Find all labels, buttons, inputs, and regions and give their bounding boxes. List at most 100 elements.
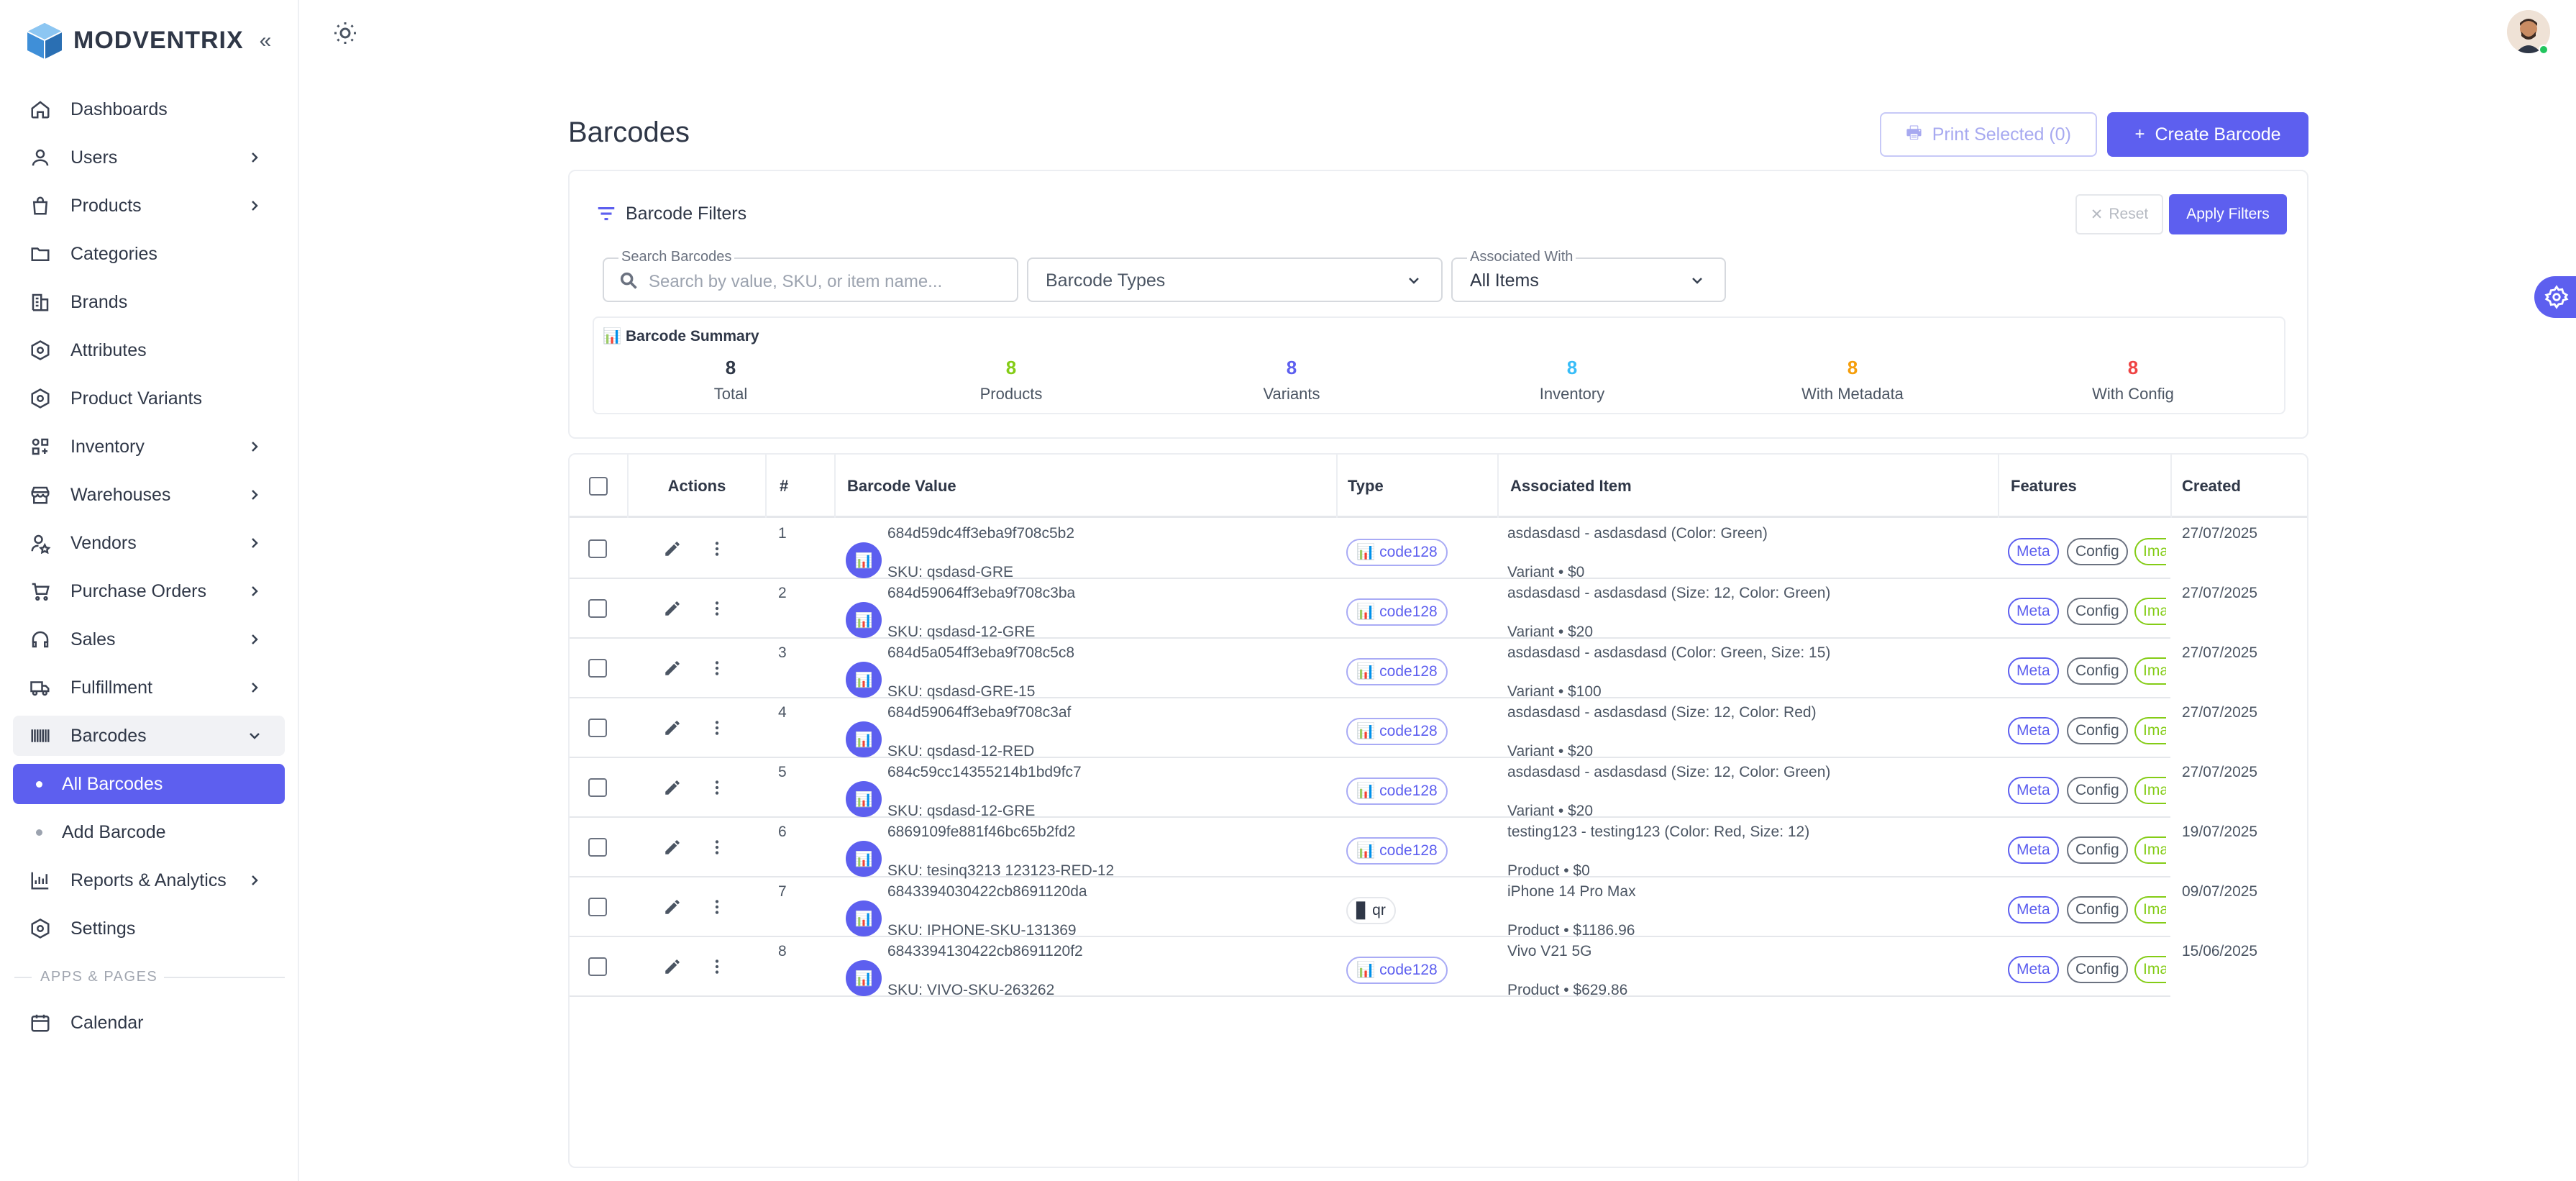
chevron-right-icon [246,534,263,552]
edit-pencil-icon[interactable] [663,898,683,918]
row-checkbox[interactable] [588,898,607,916]
type-label: code128 [1379,663,1438,680]
row-checkbox[interactable] [588,719,607,737]
brand[interactable]: MODVENTRIX [24,20,244,60]
table-row[interactable]: 7 📊 6843394030422cb8691120da SKU: IPHONE-SK… [570,877,2307,939]
barcode-value: 684c59cc14355214b1bd9fc7 [887,764,1082,780]
edit-pencil-icon[interactable] [663,719,683,739]
header-features: Features [1999,455,2172,518]
edit-pencil-icon[interactable] [663,957,683,977]
row-checkbox[interactable] [588,599,607,618]
print-selected-button[interactable]: 🖶 Print Selected (0) [1880,112,2097,157]
summary-stat-total: 8 Total [659,357,803,403]
barcode-types-select[interactable]: Barcode Types [1027,257,1443,302]
associated-item-name: asdasdasd - asdasdasd (Size: 12, Color: … [1507,704,1817,721]
edit-pencil-icon[interactable] [663,539,683,560]
select-all-checkbox[interactable] [589,477,608,496]
feature-config-chip: Config [2067,956,2128,983]
more-vertical-icon[interactable] [708,539,728,560]
reset-button[interactable]: ✕ Reset [2075,194,2163,234]
table-row[interactable]: 1 📊 684d59dc4ff3eba9f708c5b2 SKU: qsdasd-GR… [570,519,2307,580]
barcode-value: 6843394130422cb8691120f2 [887,943,1083,959]
table-row[interactable]: 5 📊 684c59cc14355214b1bd9fc7 SKU: qsdasd-12… [570,758,2307,819]
create-barcode-button[interactable]: + Create Barcode [2107,112,2308,157]
feature-image-chip: Image [2134,836,2166,864]
sidebar-item-purchase-orders[interactable]: Purchase Orders [13,571,285,611]
sidebar-item-settings[interactable]: Settings [13,908,285,949]
sidebar-item-users[interactable]: Users [13,137,285,178]
summary-stat-products: 8 Products [939,357,1083,403]
print-selected-label: Print Selected (0) [1932,124,2071,145]
sidebar-item-products[interactable]: Products [13,186,285,226]
theme-toggle-sun-icon[interactable] [332,20,361,49]
calendar-icon [29,1011,52,1034]
more-vertical-icon[interactable] [708,898,728,918]
chevron-right-icon [246,149,263,166]
table-row[interactable]: 6 📊 6869109fe881f46bc65b2fd2 SKU: tesinq321… [570,818,2307,879]
sidebar-nav: Dashboards Users Products Categories Brands A… [13,89,285,1051]
row-number: 8 [778,943,787,959]
sidebar-item-reports-and-analytics[interactable]: Reports & Analytics [13,860,285,900]
sidebar-item-dashboards[interactable]: Dashboards [13,89,285,129]
row-checkbox[interactable] [588,778,607,797]
sidebar-subitem-add-barcode[interactable]: Add Barcode [13,812,285,852]
sidebar-item-fulfillment[interactable]: Fulfillment [13,667,285,708]
associated-with-select[interactable]: Associated With All Items [1451,249,1726,302]
customizer-gear-icon[interactable] [2534,276,2576,318]
table-row[interactable]: 2 📊 684d59064ff3eba9f708c3ba SKU: qsdasd-12… [570,579,2307,640]
table-row[interactable]: 4 📊 684d59064ff3eba9f708c3af SKU: qsdasd-12… [570,698,2307,760]
row-checkbox[interactable] [588,957,607,976]
more-vertical-icon[interactable] [708,719,728,739]
truck-icon [29,676,52,699]
edit-pencil-icon[interactable] [663,778,683,798]
feature-image-chip: Image [2134,598,2166,625]
chevron-down-icon [1689,272,1707,291]
search-barcodes-field[interactable]: Search Barcodes Search by value, SKU, or… [603,249,1018,302]
sidebar-item-attributes[interactable]: Attributes [13,330,285,370]
sidebar-item-calendar[interactable]: Calendar [13,1003,285,1043]
barcode-value: 684d59dc4ff3eba9f708c5b2 [887,525,1075,542]
sidebar-item-inventory[interactable]: Inventory [13,427,285,467]
created-date: 15/06/2025 [2182,943,2258,959]
apply-filters-button[interactable]: Apply Filters [2169,194,2287,234]
barcode-avatar-icon: 📊 [846,602,882,638]
headset-icon [29,628,52,651]
more-vertical-icon[interactable] [708,778,728,798]
feature-config-chip: Config [2067,717,2128,744]
stat-label: With Metadata [1801,385,1904,403]
row-checkbox[interactable] [588,838,607,857]
row-checkbox[interactable] [588,659,607,678]
sidebar-item-categories[interactable]: Categories [13,234,285,274]
sidebar-item-product-variants[interactable]: Product Variants [13,378,285,419]
sidebar-item-warehouses[interactable]: Warehouses [13,475,285,515]
sidebar-subitem-all-barcodes[interactable]: All Barcodes [13,764,285,804]
type-icon: 📊 [1356,962,1376,978]
sidebar-item-label: Sales [70,629,116,649]
chevron-right-icon [246,197,263,214]
search-input[interactable]: Search by value, SKU, or item name... [649,272,942,292]
edit-pencil-icon[interactable] [663,599,683,619]
associated-item-name: asdasdasd - asdasdasd (Size: 12, Color: … [1507,764,1831,780]
sidebar-item-brands[interactable]: Brands [13,282,285,322]
chevron-right-icon [246,583,263,600]
sidebar-subitem-label: All Barcodes [62,773,163,794]
collapse-sidebar-icon[interactable]: « [253,29,278,53]
more-vertical-icon[interactable] [708,957,728,977]
type-label: code128 [1379,783,1438,799]
type-icon: 📊 [1356,663,1376,680]
table-row[interactable]: 3 📊 684d5a054ff3eba9f708c5c8 SKU: qsdasd-GR… [570,639,2307,700]
edit-pencil-icon[interactable] [663,659,683,679]
more-vertical-icon[interactable] [708,838,728,858]
table-row[interactable]: 8 📊 6843394130422cb8691120f2 SKU: VIVO-SKU-… [570,937,2307,998]
row-checkbox[interactable] [588,539,607,558]
sidebar-item-sales[interactable]: Sales [13,619,285,660]
created-date: 09/07/2025 [2182,883,2258,900]
more-vertical-icon[interactable] [708,659,728,679]
feature-image-chip: Image [2134,896,2166,924]
bag-icon [29,194,52,217]
type-icon: 📊 [1356,603,1376,620]
sidebar-item-barcodes[interactable]: Barcodes [13,716,285,756]
edit-pencil-icon[interactable] [663,838,683,858]
sidebar-item-vendors[interactable]: Vendors [13,523,285,563]
more-vertical-icon[interactable] [708,599,728,619]
